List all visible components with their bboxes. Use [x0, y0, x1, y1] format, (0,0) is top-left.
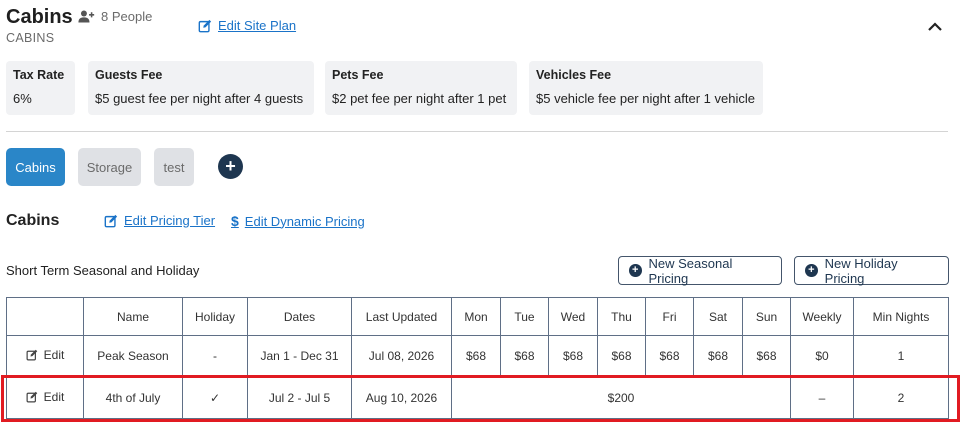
- fee-value: $2 pet fee per night after 1 pet: [332, 91, 507, 106]
- cell-dates: Jul 2 - Jul 5: [247, 376, 352, 419]
- header-cell: Holiday: [182, 297, 248, 336]
- edit-pricing-tier-link[interactable]: Edit Pricing Tier: [104, 213, 215, 228]
- page-title: Cabins: [6, 6, 73, 28]
- fee-label: Tax Rate: [13, 68, 65, 82]
- cell-mon: $68: [451, 335, 501, 377]
- new-seasonal-pricing-label: New Seasonal Pricing: [648, 255, 733, 286]
- header-cell: [6, 297, 84, 336]
- page-subtitle: CABINS: [6, 31, 55, 45]
- cell-wed: $68: [548, 335, 598, 377]
- header-cell: Name: [83, 297, 183, 336]
- fee-value: $5 guest fee per night after 4 guests: [95, 91, 304, 106]
- edit-row-button[interactable]: Edit: [26, 348, 65, 362]
- plus-circle-icon: +: [805, 264, 818, 277]
- pricing-table: Name Holiday Dates Last Updated Mon Tue …: [6, 297, 949, 419]
- cell-tue: $68: [500, 335, 549, 377]
- fee-label: Pets Fee: [332, 68, 384, 82]
- plus-circle-icon: +: [629, 264, 642, 277]
- cell-last-updated: Jul 08, 2026: [351, 335, 452, 377]
- section-title: Cabins: [6, 212, 60, 229]
- table-row: Edit 4th of July ✓ Jul 2 - Jul 5 Aug 10,…: [6, 376, 949, 419]
- cell-fri: $68: [645, 335, 694, 377]
- cell-weekly: $0: [790, 335, 854, 377]
- edit-icon: [26, 349, 37, 361]
- header-cell: Mon: [451, 297, 501, 336]
- new-seasonal-pricing-button[interactable]: + New Seasonal Pricing: [618, 255, 782, 286]
- cell-holiday: ✓: [182, 376, 248, 419]
- dollar-icon: $: [231, 213, 239, 229]
- cell-sun: $68: [742, 335, 791, 377]
- edit-pricing-tier-label: Edit Pricing Tier: [124, 213, 216, 228]
- people-count: 8 People: [78, 9, 152, 24]
- new-holiday-pricing-label: New Holiday Pricing: [824, 255, 898, 286]
- edit-cell: Edit: [6, 376, 84, 419]
- add-tab-button[interactable]: +: [218, 154, 243, 179]
- table-row: Edit Peak Season - Jan 1 - Dec 31 Jul 08…: [6, 335, 949, 377]
- edit-row-button[interactable]: Edit: [26, 389, 65, 404]
- new-holiday-pricing-button[interactable]: + New Holiday Pricing: [794, 255, 949, 286]
- fee-label: Guests Fee: [95, 68, 163, 82]
- fee-card-pets: Pets Fee $2 pet fee per night after 1 pe…: [325, 61, 517, 115]
- cell-last-updated: Aug 10, 2026: [351, 376, 452, 419]
- edit-icon: [26, 391, 37, 402]
- header-cell: Weekly: [790, 297, 854, 336]
- fee-card-vehicles: Vehicles Fee $5 vehicle fee per night af…: [529, 61, 763, 115]
- header-cell: Sat: [693, 297, 743, 336]
- fee-value: 6%: [13, 91, 32, 106]
- table-header-row: Name Holiday Dates Last Updated Mon Tue …: [6, 297, 949, 336]
- header-cell: Tue: [500, 297, 549, 336]
- cell-weekly: –: [790, 376, 854, 419]
- cell-name: 4th of July: [83, 376, 183, 419]
- header-cell: Thu: [597, 297, 646, 336]
- cell-flat-rate: $200: [451, 376, 791, 419]
- edit-site-plan-label: Edit Site Plan: [218, 18, 297, 33]
- edit-icon: [198, 19, 212, 32]
- table-caption: Short Term Seasonal and Holiday: [6, 263, 200, 278]
- cell-min-nights: 1: [853, 335, 949, 377]
- tab-storage[interactable]: Storage: [78, 148, 141, 186]
- cell-thu: $68: [597, 335, 646, 377]
- chevron-up-icon[interactable]: [926, 20, 944, 34]
- fee-label: Vehicles Fee: [536, 68, 612, 82]
- cell-dates: Jan 1 - Dec 31: [247, 335, 352, 377]
- header-cell: Sun: [742, 297, 791, 336]
- people-count-label: 8 People: [101, 9, 153, 24]
- cell-holiday: -: [182, 335, 248, 377]
- tab-cabins[interactable]: Cabins: [6, 148, 65, 186]
- header-cell: Min Nights: [853, 297, 949, 336]
- tab-test[interactable]: test: [154, 148, 194, 186]
- edit-cell: Edit: [6, 335, 84, 377]
- edit-site-plan-link[interactable]: Edit Site Plan: [198, 18, 296, 33]
- header-cell: Last Updated: [351, 297, 452, 336]
- edit-icon: [104, 214, 118, 227]
- edit-dynamic-pricing-label: Edit Dynamic Pricing: [244, 213, 365, 229]
- fee-value: $5 vehicle fee per night after 1 vehicle: [536, 91, 755, 106]
- header-cell: Fri: [645, 297, 694, 336]
- cell-min-nights: 2: [853, 376, 949, 419]
- header-cell: Dates: [247, 297, 352, 336]
- cell-name: Peak Season: [83, 335, 183, 377]
- cell-sat: $68: [693, 335, 743, 377]
- fee-card-guests: Guests Fee $5 guest fee per night after …: [88, 61, 314, 115]
- edit-label: Edit: [43, 389, 65, 404]
- person-add-icon: [78, 10, 95, 23]
- divider: [6, 131, 948, 132]
- header-cell: Wed: [548, 297, 598, 336]
- fee-card-tax: Tax Rate 6%: [6, 61, 75, 115]
- edit-dynamic-pricing-link[interactable]: $ Edit Dynamic Pricing: [231, 213, 365, 229]
- edit-label: Edit: [43, 348, 65, 362]
